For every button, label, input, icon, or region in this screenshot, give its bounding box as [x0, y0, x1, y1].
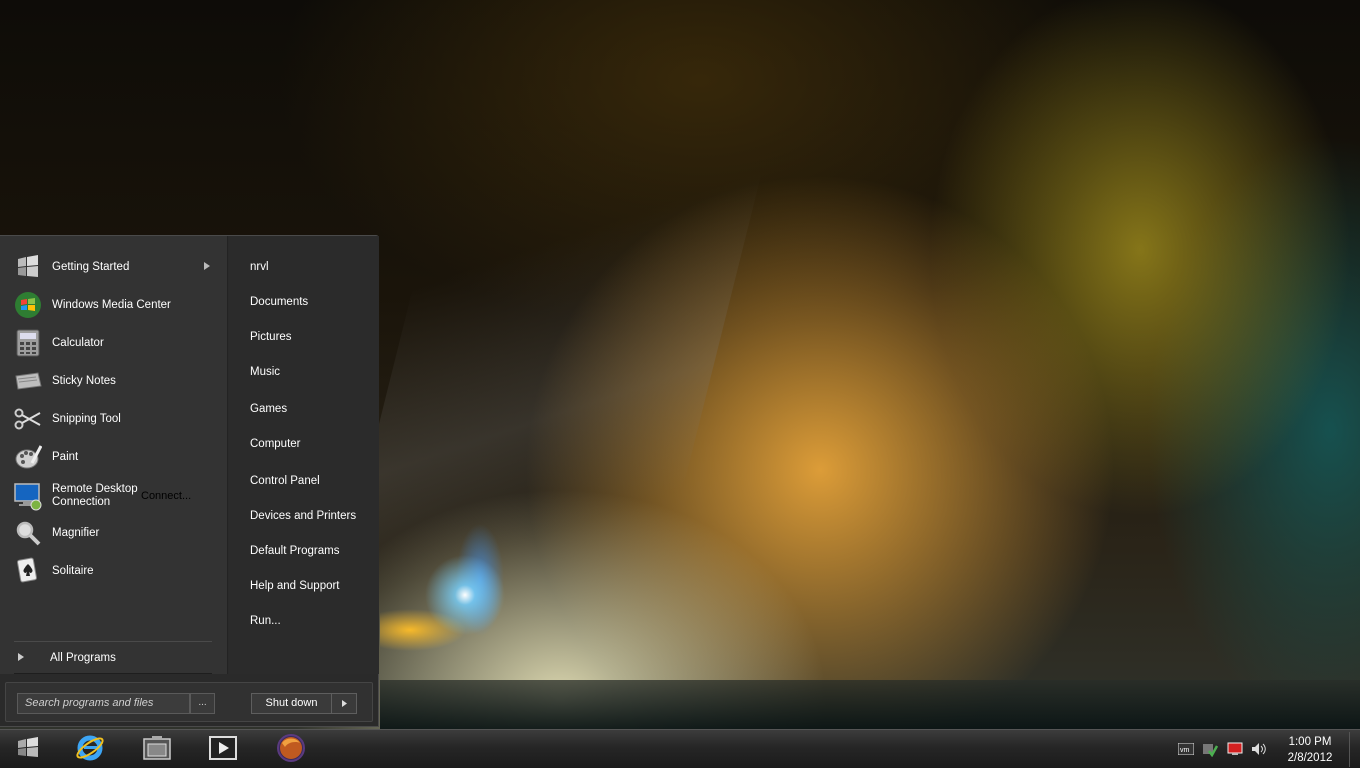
- sticky-notes-icon: [12, 365, 44, 397]
- program-windows-media-center[interactable]: Windows Media Center: [6, 287, 222, 323]
- media-center-icon: [12, 289, 44, 321]
- shutdown-options-button[interactable]: [332, 693, 357, 714]
- place-documents[interactable]: Documents: [237, 289, 372, 315]
- program-label: Magnifier: [52, 526, 100, 539]
- program-overlay-text: Connect...: [141, 490, 192, 502]
- clock-date: 2/8/2012: [1287, 752, 1333, 764]
- windows-flag-icon: [12, 251, 44, 283]
- program-label: Sticky Notes: [52, 374, 116, 387]
- program-label: Windows Media Center: [52, 298, 171, 311]
- start-button[interactable]: [0, 730, 56, 768]
- search-input[interactable]: Search programs and files: [17, 693, 190, 714]
- program-sticky-notes[interactable]: Sticky Notes: [6, 363, 222, 399]
- remote-desktop-icon: [12, 480, 44, 512]
- program-calculator[interactable]: Calculator: [6, 325, 222, 361]
- vmware-icon[interactable]: vm: [1178, 741, 1194, 757]
- place-pictures[interactable]: Pictures: [237, 324, 372, 350]
- globe-icon: [276, 733, 306, 766]
- taskbar-windows-explorer[interactable]: [127, 730, 187, 768]
- submenu-arrow-icon: [204, 261, 210, 273]
- system-clock[interactable]: 1:00 PM 2/8/2012: [1280, 734, 1340, 766]
- program-label-line1: Remote Desktop: [52, 483, 138, 495]
- program-solitaire[interactable]: Solitaire: [6, 553, 222, 589]
- taskbar-media-player[interactable]: [193, 730, 253, 768]
- chevron-right-icon: [18, 652, 36, 664]
- all-programs-divider-bottom: [14, 673, 212, 674]
- internet-explorer-icon: [75, 733, 105, 766]
- program-label-line2: Connection: [52, 496, 111, 508]
- program-label: Calculator: [52, 336, 104, 349]
- svg-text:vm: vm: [1180, 747, 1190, 754]
- clock-time: 1:00 PM: [1288, 736, 1332, 748]
- program-label: Remote Desktop Connection: [52, 483, 138, 509]
- magnifier-icon: [12, 517, 44, 549]
- program-label: Solitaire: [52, 564, 94, 577]
- place-user-folder[interactable]: nrvl: [237, 254, 372, 280]
- program-paint[interactable]: Paint: [6, 439, 222, 475]
- folder-icon: [142, 735, 172, 764]
- paint-palette-icon: [12, 441, 44, 473]
- place-run[interactable]: Run...: [237, 608, 372, 634]
- all-programs-button[interactable]: All Programs: [10, 646, 220, 670]
- all-programs-divider: [14, 641, 212, 642]
- program-label: Paint: [52, 450, 79, 463]
- program-snipping-tool[interactable]: Snipping Tool: [6, 401, 222, 437]
- all-programs-label: All Programs: [50, 652, 116, 664]
- action-center-icon[interactable]: [1202, 741, 1218, 757]
- program-label: Snipping Tool: [52, 412, 121, 425]
- network-icon[interactable]: [1227, 741, 1243, 757]
- taskbar-firefox[interactable]: [261, 730, 321, 768]
- place-control-panel[interactable]: Control Panel: [237, 468, 372, 494]
- program-magnifier[interactable]: Magnifier: [6, 515, 222, 551]
- program-getting-started[interactable]: Getting Started: [6, 249, 222, 285]
- windows-logo-icon: [15, 736, 41, 763]
- scissors-icon: [12, 403, 44, 435]
- show-desktop-button[interactable]: [1349, 732, 1359, 767]
- shutdown-button[interactable]: Shut down: [251, 693, 332, 714]
- volume-icon[interactable]: [1251, 741, 1267, 757]
- playing-card-icon: [12, 555, 44, 587]
- programs-list: Getting Started Windows Media Center Cal…: [0, 236, 228, 674]
- place-help-and-support[interactable]: Help and Support: [237, 573, 372, 599]
- wallpaper-sparkle: [380, 520, 530, 720]
- places-list: nrvl Documents Pictures Music Games Comp…: [229, 236, 379, 674]
- place-devices-and-printers[interactable]: Devices and Printers: [237, 503, 372, 529]
- taskbar-internet-explorer[interactable]: [60, 730, 120, 768]
- place-computer[interactable]: Computer: [237, 431, 372, 457]
- place-music[interactable]: Music: [237, 359, 372, 385]
- place-default-programs[interactable]: Default Programs: [237, 538, 372, 564]
- start-menu: Getting Started Windows Media Center Cal…: [0, 235, 379, 727]
- start-menu-bottom-bar: Search programs and files ... Shut down: [5, 682, 373, 722]
- program-label: Getting Started: [52, 260, 130, 273]
- media-player-icon: [208, 735, 238, 764]
- program-remote-desktop-connection[interactable]: Remote Desktop Connection Connect...: [6, 478, 222, 514]
- place-games[interactable]: Games: [237, 396, 372, 422]
- chevron-right-icon: [341, 698, 347, 710]
- calculator-icon: [12, 327, 44, 359]
- search-options-button[interactable]: ...: [190, 693, 215, 714]
- taskbar: vm 1:00 PM 2/8/2012: [0, 729, 1360, 768]
